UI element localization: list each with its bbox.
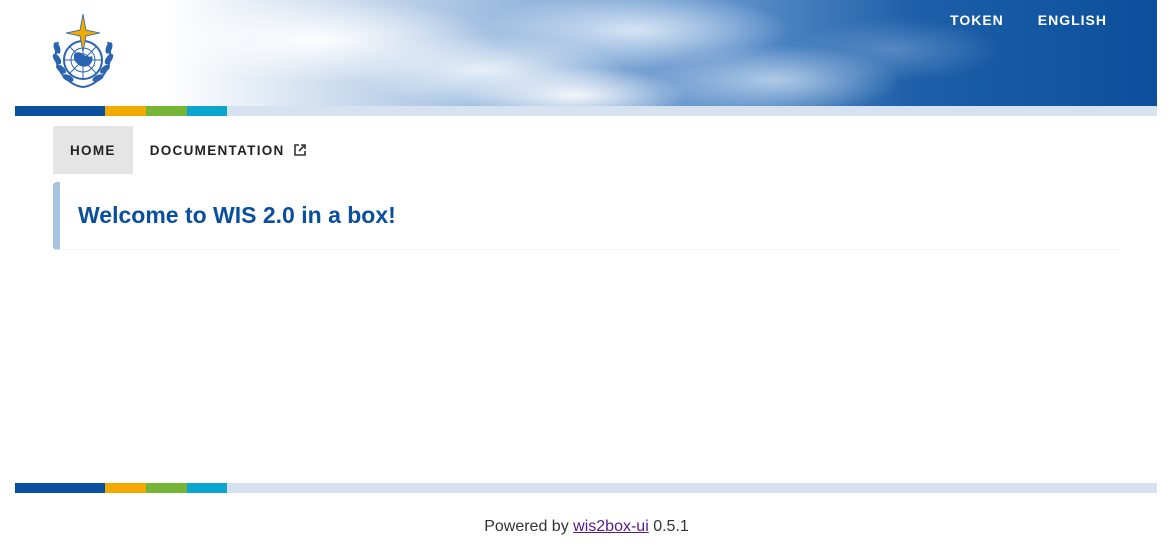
strip-segment-cyan — [187, 106, 227, 116]
welcome-card: Welcome to WIS 2.0 in a box! — [53, 182, 1118, 250]
tab-documentation[interactable]: DOCUMENTATION — [133, 126, 324, 174]
footer-color-strip — [15, 483, 1157, 493]
strip-segment-orange — [105, 483, 146, 493]
strip-segment-light — [227, 483, 1157, 493]
strip-segment-orange — [105, 106, 146, 116]
wmo-emblem-icon[interactable] — [48, 12, 118, 90]
external-link-icon — [293, 144, 306, 156]
header-banner: TOKEN ENGLISH — [15, 0, 1157, 106]
strip-segment-blue — [15, 483, 105, 493]
header-color-strip — [15, 106, 1157, 116]
token-link[interactable]: TOKEN — [950, 12, 1004, 28]
footer-version: 0.5.1 — [653, 518, 689, 535]
main-tabs: HOME DOCUMENTATION — [53, 126, 324, 174]
tab-home-label: HOME — [70, 142, 116, 158]
strip-segment-green — [146, 106, 187, 116]
strip-segment-blue — [15, 106, 105, 116]
tab-home[interactable]: HOME — [53, 126, 133, 174]
top-nav: TOKEN ENGLISH — [950, 12, 1107, 28]
page: TOKEN ENGLISH HOME DOCUMENTATION Welcome… — [0, 0, 1173, 547]
strip-segment-green — [146, 483, 187, 493]
footer: Powered by wis2box-ui 0.5.1 — [0, 518, 1173, 536]
strip-segment-cyan — [187, 483, 227, 493]
wis2box-ui-link[interactable]: wis2box-ui — [573, 518, 649, 535]
page-title: Welcome to WIS 2.0 in a box! — [78, 202, 396, 228]
language-link[interactable]: ENGLISH — [1038, 12, 1107, 28]
footer-prefix: Powered by — [484, 518, 569, 535]
strip-segment-light — [227, 106, 1157, 116]
tab-documentation-label: DOCUMENTATION — [149, 142, 285, 158]
